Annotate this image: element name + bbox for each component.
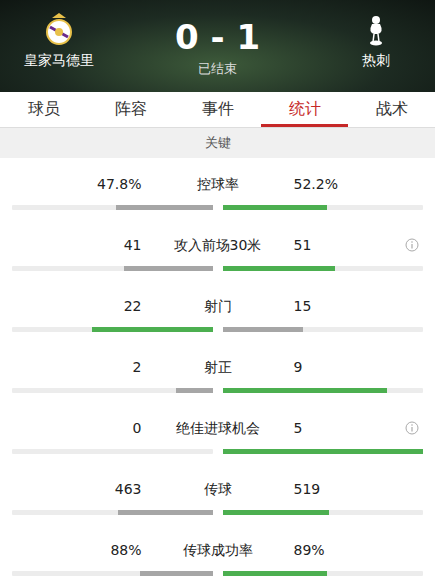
home-bar (12, 327, 213, 332)
stat-label: 射正 (150, 357, 286, 377)
home-value: 22 (12, 296, 150, 316)
stat-label: 射门 (150, 296, 286, 316)
away-bar (223, 510, 424, 515)
home-bar (12, 571, 213, 576)
tab[interactable]: 球员 (0, 92, 87, 127)
home-bar (12, 449, 213, 454)
stat-label: 控球率 (150, 174, 286, 194)
match-status: 已结束 (198, 60, 237, 78)
stat-label: 绝佳进球机会 (150, 418, 286, 438)
real-madrid-crest-icon (44, 12, 74, 46)
home-value: 463 (12, 479, 150, 499)
away-value: 15 (286, 296, 424, 316)
away-value: 51 (286, 235, 424, 255)
info-icon[interactable] (405, 421, 419, 435)
stat-row: 463 传球 519 (0, 463, 435, 524)
home-value: 41 (12, 235, 150, 255)
away-value: 9 (286, 357, 424, 377)
score-block: 0 - 1 已结束 (175, 12, 260, 78)
away-bar (223, 266, 424, 271)
home-value: 0 (12, 418, 150, 438)
match-header: 皇家马德里 0 - 1 已结束 热刺 (0, 0, 435, 92)
home-bar (12, 388, 213, 393)
section-header: 关键 (0, 128, 435, 158)
stat-row: 47.8% 控球率 52.2% (0, 158, 435, 219)
home-bar (12, 205, 213, 210)
score: 0 - 1 (175, 18, 260, 56)
tab-bar: 球员阵容事件统计战术 (0, 92, 435, 128)
away-value: 89% (286, 540, 424, 560)
stat-row: 2 射正 9 (0, 341, 435, 402)
stat-row: 22 射门 15 (0, 280, 435, 341)
away-bar (223, 449, 424, 454)
home-bar (12, 266, 213, 271)
tab[interactable]: 统计 (261, 92, 348, 127)
tab[interactable]: 事件 (174, 92, 261, 127)
home-team-name: 皇家马德里 (24, 52, 94, 70)
tab[interactable]: 阵容 (87, 92, 174, 127)
away-team[interactable]: 热刺 (331, 12, 421, 70)
away-bar (223, 205, 424, 210)
stat-row: 88% 传球成功率 89% (0, 524, 435, 585)
stat-label: 传球 (150, 479, 286, 499)
tab[interactable]: 战术 (348, 92, 435, 127)
away-value: 519 (286, 479, 424, 499)
info-icon[interactable] (405, 238, 419, 252)
away-value: 5 (286, 418, 424, 438)
home-value: 2 (12, 357, 150, 377)
home-bar (12, 510, 213, 515)
away-bar (223, 571, 424, 576)
home-team[interactable]: 皇家马德里 (14, 12, 104, 70)
match-stats-page: 皇家马德里 0 - 1 已结束 热刺 球员阵容事件统计战术 关键 47.8% 控… (0, 0, 435, 586)
stat-label: 攻入前场30米 (150, 235, 286, 255)
home-value: 47.8% (12, 174, 150, 194)
away-value: 52.2% (286, 174, 424, 194)
stat-row: 41 攻入前场30米 51 (0, 219, 435, 280)
tottenham-cockerel-icon (364, 12, 388, 46)
stat-row: 0 绝佳进球机会 5 (0, 402, 435, 463)
stat-label: 传球成功率 (150, 540, 286, 560)
away-bar (223, 327, 424, 332)
away-team-name: 热刺 (362, 52, 390, 70)
home-value: 88% (12, 540, 150, 560)
away-bar (223, 388, 424, 393)
